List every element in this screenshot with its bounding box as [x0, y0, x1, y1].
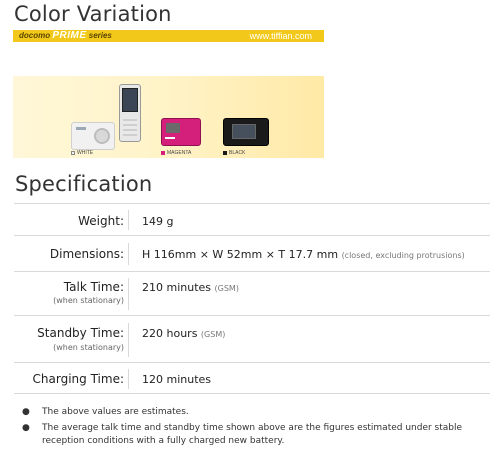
banner-brand-big: PRIME [52, 30, 87, 41]
spec-row-standby-time: Standby Time: (when stationary) 220 hour… [14, 315, 490, 362]
spec-label: Dimensions: [49, 247, 124, 261]
spec-note: (GSM) [214, 284, 239, 293]
spec-note: (GSM) [200, 330, 226, 339]
spec-row-charging-time: Charging Time: 120 minutes [14, 362, 490, 394]
bullet-icon: ● [22, 407, 30, 417]
spec-sublabel: (when stationary) [53, 296, 124, 305]
note-item: ● The average talk time and standby time… [22, 422, 492, 448]
spec-value: 220 hours (GSM) [142, 327, 226, 340]
white-swatch [71, 150, 75, 155]
banner-brand: docomo PRIME series [19, 30, 112, 42]
magenta-camera-image [161, 118, 201, 146]
spec-label: Charging Time: [32, 372, 124, 386]
magenta-variation-label: MAGENTA [161, 150, 191, 156]
white-camera-image [71, 122, 115, 150]
banner-site: www.tiffian.com [249, 31, 312, 41]
white-variation-label: WHITE [71, 150, 93, 156]
spec-label: Weight: [78, 214, 124, 228]
spec-row-talk-time: Talk Time: (when stationary) 210 minutes… [14, 271, 490, 315]
banner-brand-small: docomo [19, 31, 51, 40]
phone-image [119, 84, 141, 142]
notes-list: ● The above values are estimates. ● The … [22, 406, 492, 451]
spec-value: H 116mm × W 52mm × T 17.7 mm (closed, ex… [142, 248, 465, 261]
spec-value: 210 minutes (GSM) [142, 281, 239, 294]
note-item: ● The above values are estimates. [22, 406, 492, 419]
spec-row-weight: Weight: 149 g [14, 203, 490, 235]
bullet-icon: ● [22, 423, 30, 433]
black-camera-image [223, 118, 269, 146]
black-variation-label: BLACK [223, 150, 245, 156]
black-swatch [223, 150, 227, 155]
magenta-swatch [161, 150, 165, 155]
color-variation-title: Color Variation [14, 2, 172, 26]
note-text: The average talk time and standby time s… [42, 423, 463, 446]
note-text: The above values are estimates. [42, 407, 189, 417]
spec-sublabel: (when stationary) [53, 343, 124, 352]
specification-title: Specification [15, 172, 153, 196]
product-photo: WHITE MAGENTA BLACK [13, 76, 324, 158]
brand-banner: docomo PRIME series www.tiffian.com [13, 30, 324, 42]
spec-note: (closed, excluding protrusions) [341, 251, 465, 260]
spec-label: Talk Time: [63, 280, 124, 294]
spec-value: 149 g [142, 215, 174, 228]
banner-brand-series: series [88, 31, 112, 40]
spec-row-dimensions: Dimensions: H 116mm × W 52mm × T 17.7 mm… [14, 235, 490, 271]
spec-value: 120 minutes [142, 373, 212, 386]
spec-label: Standby Time: [37, 326, 124, 340]
